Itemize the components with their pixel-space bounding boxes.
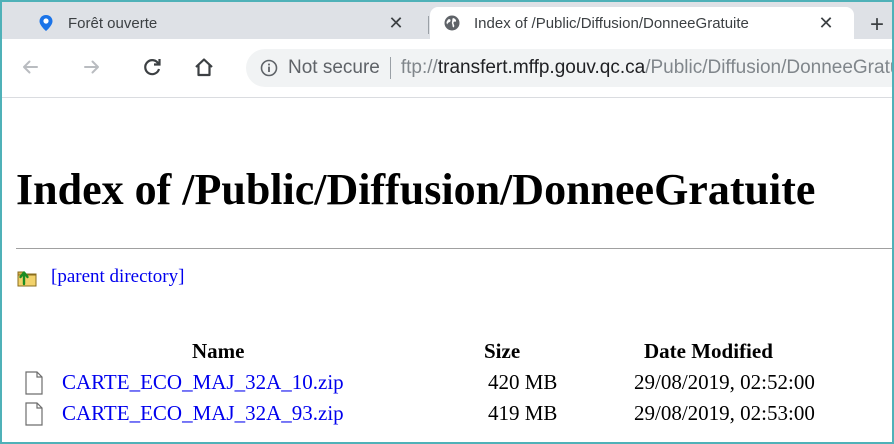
tab-title: Forêt ouverte xyxy=(68,14,158,32)
reload-icon xyxy=(144,59,161,76)
url-path: /Public/Diffusion/DonneeGratuite xyxy=(645,57,894,78)
tab-foret-ouverte[interactable]: Forêt ouverte ✕ xyxy=(24,7,424,39)
tab-title: Index of /Public/Diffusion/DonneeGratuit… xyxy=(474,14,749,32)
file-size: 420 MB xyxy=(488,370,558,394)
globe-icon xyxy=(444,15,460,31)
divider xyxy=(389,57,391,79)
back-button[interactable] xyxy=(16,53,44,81)
horizontal-rule xyxy=(16,248,892,249)
file-date: 29/08/2019, 02:53:00 xyxy=(634,401,815,425)
close-tab-icon[interactable]: ✕ xyxy=(386,13,406,33)
url-host: transfert.mffp.gouv.qc.ca xyxy=(437,57,646,78)
file-date: 29/08/2019, 02:52:00 xyxy=(634,370,815,394)
tab-strip: Forêt ouverte ✕ Index of /Public/Diffusi… xyxy=(2,2,892,39)
file-link[interactable]: CARTE_ECO_MAJ_32A_10.zip xyxy=(62,370,344,395)
address-bar[interactable]: Not secure ftp://transfert.mffp.gouv.qc.… xyxy=(246,49,894,87)
parent-directory-link[interactable]: [parent directory] xyxy=(51,266,184,288)
folder-up-icon xyxy=(16,266,38,288)
arrow-left-icon xyxy=(23,60,38,74)
home-icon xyxy=(195,58,213,77)
info-icon[interactable] xyxy=(260,59,278,77)
column-header-name: Name xyxy=(192,339,245,363)
page-content: Index of /Public/Diffusion/DonneeGratuit… xyxy=(2,98,892,442)
close-tab-icon[interactable]: ✕ xyxy=(816,13,836,33)
page-title: Index of /Public/Diffusion/DonneeGratuit… xyxy=(16,165,816,214)
parent-directory-row: [parent directory] xyxy=(16,266,184,288)
tab-index-of[interactable]: Index of /Public/Diffusion/DonneeGratuit… xyxy=(430,7,854,39)
browser-window: Forêt ouverte ✕ Index of /Public/Diffusi… xyxy=(0,0,894,444)
file-icon xyxy=(24,371,44,400)
table-row: CARTE_ECO_MAJ_32A_10.zip 420 MB 29/08/20… xyxy=(24,370,884,398)
reload-button[interactable] xyxy=(138,53,166,81)
url-scheme: ftp:// xyxy=(400,57,438,78)
file-link[interactable]: CARTE_ECO_MAJ_32A_93.zip xyxy=(62,401,344,426)
file-size: 419 MB xyxy=(488,401,558,425)
security-label[interactable]: Not secure xyxy=(288,57,380,79)
arrow-right-icon xyxy=(84,60,99,74)
browser-toolbar: Not secure ftp://transfert.mffp.gouv.qc.… xyxy=(2,39,892,98)
column-header-date: Date Modified xyxy=(644,339,773,363)
forward-button[interactable] xyxy=(78,53,106,81)
file-icon xyxy=(24,402,44,431)
table-row: CARTE_ECO_MAJ_32A_93.zip 419 MB 29/08/20… xyxy=(24,401,884,429)
tab-separator xyxy=(428,16,429,34)
map-pin-icon xyxy=(38,15,54,31)
column-header-size: Size xyxy=(484,339,521,363)
home-button[interactable] xyxy=(190,53,218,81)
new-tab-button[interactable]: + xyxy=(864,11,890,38)
